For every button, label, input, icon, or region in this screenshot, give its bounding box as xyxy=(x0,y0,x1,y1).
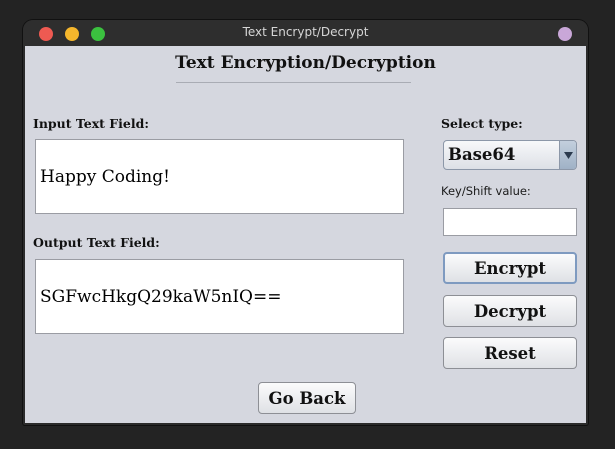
key-shift-label: Key/Shift value: xyxy=(441,184,531,198)
chevron-down-icon[interactable] xyxy=(559,141,576,169)
main-panel: Text Encryption/Decryption Input Text Fi… xyxy=(25,46,586,423)
input-text-field[interactable]: Happy Coding! xyxy=(35,139,404,214)
key-shift-input[interactable] xyxy=(443,208,577,236)
window-menu-button[interactable] xyxy=(558,27,572,41)
app-window: Text Encrypt/Decrypt Text Encryption/Dec… xyxy=(23,20,588,425)
type-select[interactable]: Base64 xyxy=(443,140,577,170)
reset-button[interactable]: Reset xyxy=(443,337,577,369)
select-type-label: Select type: xyxy=(441,116,523,131)
go-back-button[interactable]: Go Back xyxy=(258,382,356,414)
window-title: Text Encrypt/Decrypt xyxy=(242,25,369,39)
title-bar[interactable]: Text Encrypt/Decrypt xyxy=(23,20,588,46)
output-field-label: Output Text Field: xyxy=(33,235,160,250)
decrypt-button[interactable]: Decrypt xyxy=(443,295,577,327)
type-select-value: Base64 xyxy=(448,145,516,164)
input-text-value: Happy Coding! xyxy=(40,166,170,187)
title-underline xyxy=(176,82,411,83)
page-title: Text Encryption/Decryption xyxy=(175,53,436,73)
output-text-field[interactable]: SGFwcHkgQ29kaW5nIQ== xyxy=(35,259,404,334)
input-field-label: Input Text Field: xyxy=(33,116,149,131)
output-text-value: SGFwcHkgQ29kaW5nIQ== xyxy=(40,286,282,307)
encrypt-button[interactable]: Encrypt xyxy=(443,252,577,284)
